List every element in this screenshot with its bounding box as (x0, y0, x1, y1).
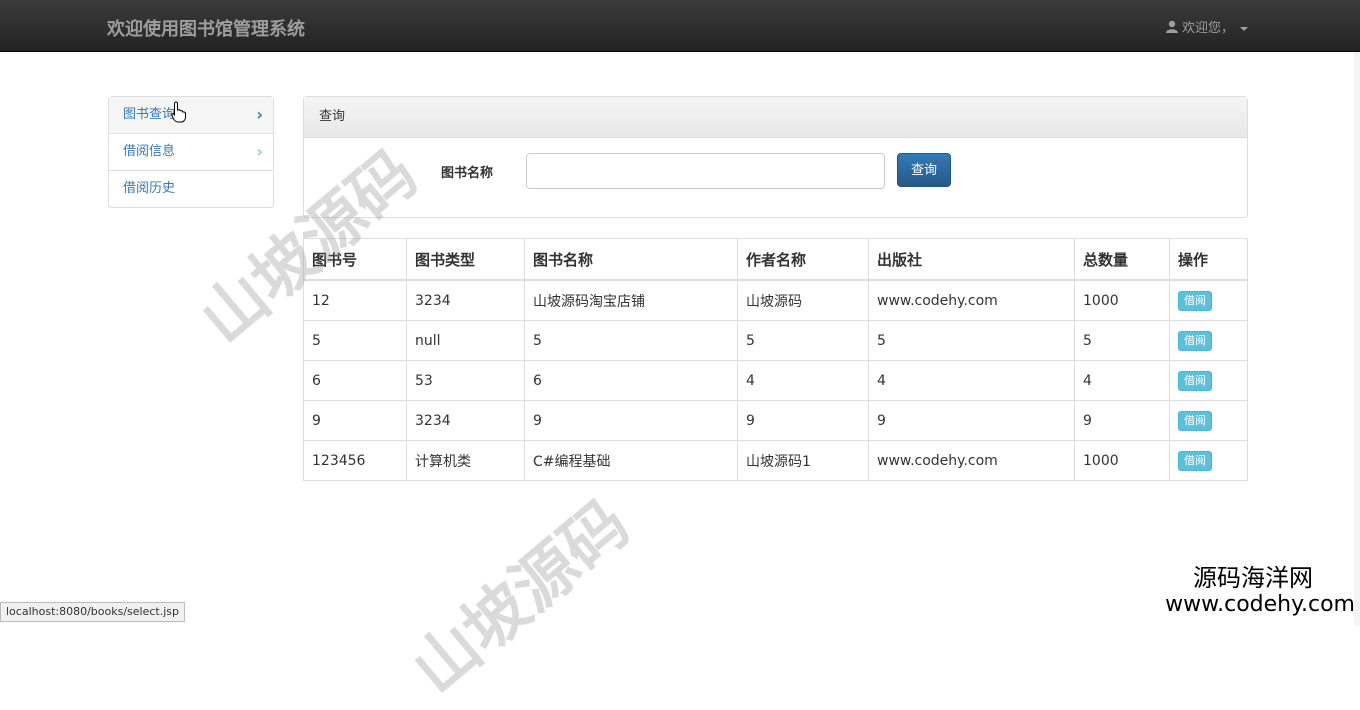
borrow-button[interactable]: 借阅 (1178, 330, 1212, 351)
table-cell: 9 (524, 400, 738, 441)
user-menu[interactable]: 欢迎您， (1165, 17, 1248, 36)
table-row: 12 3234 山坡源码淘宝店铺 山坡源码 www.codehy.com 100… (303, 279, 1248, 321)
book-name-label: 图书名称 (441, 166, 494, 181)
column-header: 图书号 (303, 238, 407, 281)
table-cell: 6 (303, 360, 407, 401)
watermark-text: 山坡源码 (399, 486, 644, 709)
column-header: 总数量 (1074, 238, 1170, 281)
table-cell: 5 (868, 320, 1075, 361)
column-header: 作者名称 (737, 238, 869, 281)
table-cell: 5 (524, 320, 738, 361)
table-cell: 4 (868, 360, 1075, 401)
table-cell: 123456 (303, 440, 407, 481)
sidebar-item-book-query[interactable]: 图书查询 › (109, 97, 273, 134)
search-button[interactable]: 查询 (897, 153, 951, 187)
corner-watermark: 源码海洋网 www.codehy.com (1165, 564, 1355, 618)
user-icon (1165, 20, 1178, 33)
top-navbar: 欢迎使用图书馆管理系统 欢迎您， (0, 0, 1360, 52)
column-header: 操作 (1169, 238, 1248, 281)
table-cell: 3234 (406, 400, 525, 441)
table-cell: 4 (737, 360, 869, 401)
action-cell: 借阅 (1169, 279, 1248, 321)
borrow-button[interactable]: 借阅 (1178, 290, 1212, 311)
sidebar-item-borrow-history[interactable]: 借阅历史 (109, 171, 273, 207)
borrow-button[interactable]: 借阅 (1178, 370, 1212, 391)
app-title[interactable]: 欢迎使用图书馆管理系统 (107, 15, 305, 41)
table-cell: 53 (406, 360, 525, 401)
hand-cursor-icon (171, 101, 187, 128)
book-name-input[interactable] (526, 153, 885, 189)
table-cell: 山坡源码 (737, 279, 869, 321)
table-row: 123456 计算机类 C#编程基础 山坡源码1 www.codehy.com … (303, 440, 1248, 481)
action-cell: 借阅 (1169, 400, 1248, 441)
table-cell: 5 (737, 320, 869, 361)
table-cell: 山坡源码淘宝店铺 (524, 279, 738, 321)
column-header: 图书类型 (406, 238, 525, 281)
table-cell: 9 (868, 400, 1075, 441)
sidebar-item-borrow-info[interactable]: 借阅信息 › (109, 134, 273, 171)
table-cell: 计算机类 (406, 440, 525, 481)
table-cell: 9 (1074, 400, 1170, 441)
table-cell: 9 (737, 400, 869, 441)
sidebar-item-label: 借阅历史 (123, 181, 176, 196)
sidebar: 图书查询 › 借阅信息 › 借阅历史 (108, 96, 274, 208)
sidebar-item-label: 图书查询 (123, 107, 176, 122)
search-panel-title: 查询 (304, 97, 1247, 138)
table-cell: www.codehy.com (868, 279, 1075, 321)
status-bar-url: localhost:8080/books/select.jsp (0, 602, 185, 622)
table-cell: www.codehy.com (868, 440, 1075, 481)
table-header-row: 图书号 图书类型 图书名称 作者名称 出版社 总数量 操作 (303, 238, 1248, 281)
table-cell: 3234 (406, 279, 525, 321)
table-cell: 5 (303, 320, 407, 361)
action-cell: 借阅 (1169, 320, 1248, 361)
table-cell: 5 (1074, 320, 1170, 361)
action-cell: 借阅 (1169, 360, 1248, 401)
table-cell: 6 (524, 360, 738, 401)
chevron-right-icon: › (256, 142, 263, 161)
column-header: 图书名称 (524, 238, 738, 281)
table-row: 6 53 6 4 4 4 借阅 (303, 360, 1248, 401)
table-row: 5 null 5 5 5 5 借阅 (303, 320, 1248, 361)
page-scrollbar[interactable] (1354, 52, 1360, 626)
corner-watermark-line2: www.codehy.com (1165, 592, 1355, 617)
borrow-button[interactable]: 借阅 (1178, 410, 1212, 431)
table-cell: 12 (303, 279, 407, 321)
table-cell: 山坡源码1 (737, 440, 869, 481)
caret-down-icon (1240, 26, 1248, 31)
borrow-button[interactable]: 借阅 (1178, 450, 1212, 471)
table-cell: C#编程基础 (524, 440, 738, 481)
user-greeting: 欢迎您， (1181, 21, 1234, 36)
table-cell: 1000 (1074, 279, 1170, 321)
table-cell: 9 (303, 400, 407, 441)
table-cell: 1000 (1074, 440, 1170, 481)
corner-watermark-line1: 源码海洋网 (1193, 564, 1313, 592)
search-panel: 查询 图书名称 查询 (303, 96, 1248, 218)
column-header: 出版社 (868, 238, 1075, 281)
sidebar-item-label: 借阅信息 (123, 144, 176, 159)
action-cell: 借阅 (1169, 440, 1248, 481)
table-cell: 4 (1074, 360, 1170, 401)
table-cell: null (406, 320, 525, 361)
chevron-right-icon: › (256, 105, 263, 124)
books-table: 图书号 图书类型 图书名称 作者名称 出版社 总数量 操作 12 3234 山坡… (303, 238, 1248, 481)
table-row: 9 3234 9 9 9 9 借阅 (303, 400, 1248, 441)
